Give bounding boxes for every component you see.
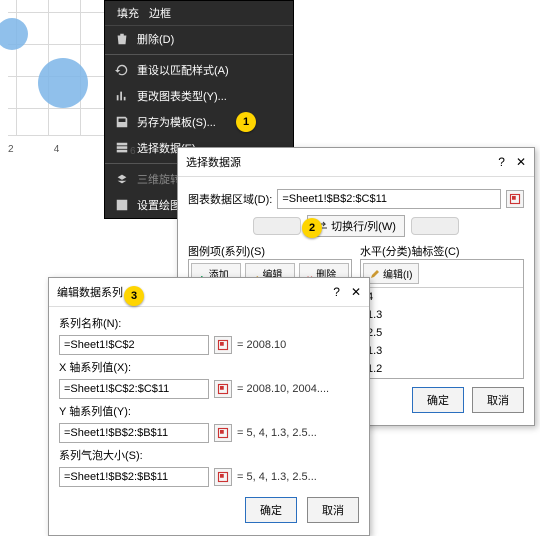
y-values-label: Y 轴系列值(Y): [59,403,359,419]
ctx-save-template[interactable]: 另存为模板(S)... [105,109,293,135]
x-values-preview: = 2008.10, 2004.... [237,383,329,395]
series-name-input[interactable] [59,335,209,355]
dialog-title: 编辑数据系列 [57,284,123,300]
edit-horiz-button[interactable]: 编辑(I) [363,263,419,284]
ctx-fill[interactable]: 填充 [117,5,139,21]
y-values-input[interactable] [59,423,209,443]
bubble-chart-fragment: 2 4 6 [0,0,105,175]
horiz-item: 1.3 [361,342,523,360]
callout-marker-1: 1 [236,112,256,132]
range-picker-icon[interactable] [214,424,232,442]
horiz-item: 1.3 [361,306,523,324]
arrow-left-icon [253,217,301,235]
edit-series-dialog: 编辑数据系列 ? ✕ 系列名称(N): = 2008.10 X 轴系列值(X):… [48,277,370,536]
horiz-item: 4 [361,288,523,306]
help-icon[interactable]: ? [333,285,340,299]
axis-tick: 6 [130,146,136,157]
horiz-axis-box: 编辑(I) 4 1.3 2.5 1.3 1.2 [360,259,524,379]
help-icon[interactable]: ? [498,155,505,169]
ctx-3d-label: 三维旋转 [137,171,181,187]
callout-marker-2: 2 [302,218,322,238]
ctx-reset-style[interactable]: 重设以匹配样式(A) [105,57,293,83]
range-picker-icon[interactable] [506,190,524,208]
range-picker-icon[interactable] [214,336,232,354]
series-name-label: 系列名称(N): [59,315,359,331]
axis-tick: 4 [54,144,60,155]
chart-range-input[interactable] [277,189,501,209]
series-name-preview: = 2008.10 [237,339,286,351]
bubble-size-preview: = 5, 4, 1.3, 2.5... [237,471,317,483]
callout-marker-3: 3 [124,286,144,306]
range-picker-icon[interactable] [214,380,232,398]
range-picker-icon[interactable] [214,468,232,486]
cancel-button[interactable]: 取消 [307,497,359,523]
dialog-title: 选择数据源 [186,154,241,170]
range-label: 图表数据区域(D): [188,191,272,207]
x-values-input[interactable] [59,379,209,399]
x-values-label: X 轴系列值(X): [59,359,359,375]
axis-tick: 2 [8,144,14,155]
legend-series-label: 图例项(系列)(S) [188,243,352,259]
ctx-border[interactable]: 边框 [149,5,171,21]
y-values-preview: = 5, 4, 1.3, 2.5... [237,427,317,439]
ok-button[interactable]: 确定 [412,387,464,413]
ctx-reset-label: 重设以匹配样式(A) [137,62,229,78]
ctx-chart-type-label: 更改图表类型(Y)... [137,88,227,104]
horiz-item: 1.2 [361,360,523,378]
swap-label: 切换行/列(W) [331,218,396,234]
ctx-delete[interactable]: 删除(D) [105,26,293,52]
ctx-save-template-label: 另存为模板(S)... [137,114,216,130]
dialog-titlebar: 编辑数据系列 ? ✕ [49,278,369,307]
cancel-button[interactable]: 取消 [472,387,524,413]
dialog-titlebar: 选择数据源 ? ✕ [178,148,534,177]
bubble-size-label: 系列气泡大小(S): [59,447,359,463]
ctx-change-chart-type[interactable]: 更改图表类型(Y)... [105,83,293,109]
ctx-delete-label: 删除(D) [137,31,174,47]
arrow-right-icon [411,217,459,235]
bubble-size-input[interactable] [59,467,209,487]
close-icon[interactable]: ✕ [516,155,526,169]
close-icon[interactable]: ✕ [351,285,361,299]
ok-button[interactable]: 确定 [245,497,297,523]
horiz-item: 2.5 [361,324,523,342]
horiz-axis-label: 水平(分类)轴标签(C) [360,243,524,259]
